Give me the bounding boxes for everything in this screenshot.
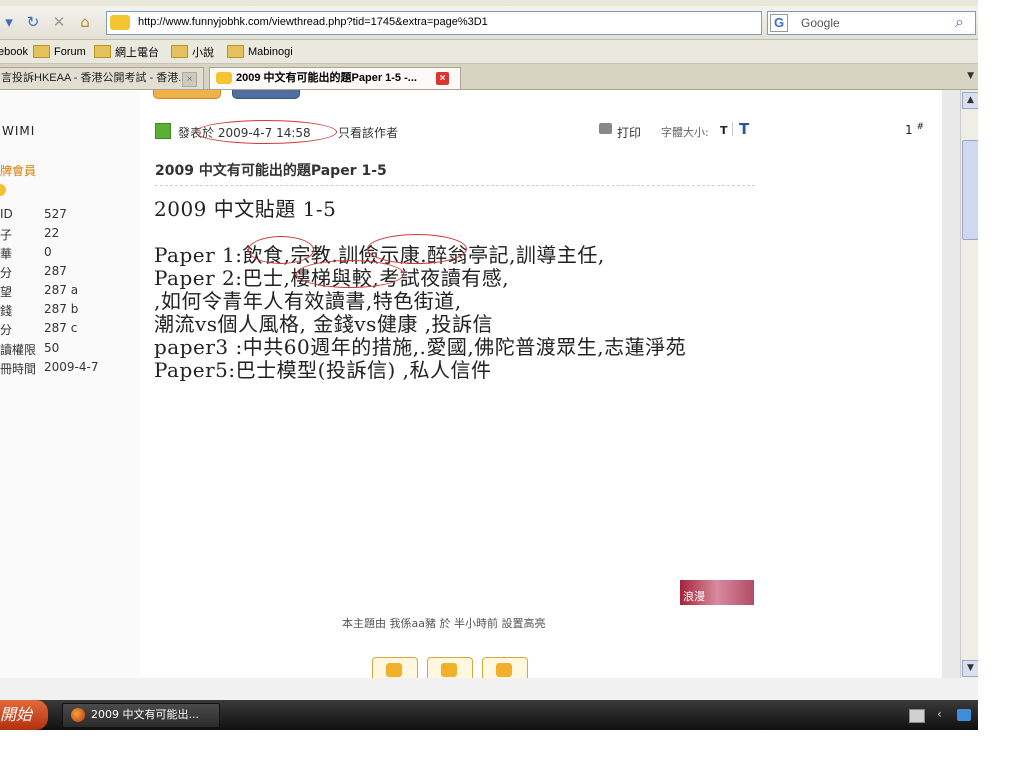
divider [732,122,733,136]
status-bar [0,678,978,700]
system-tray: ‹ [905,702,978,728]
reply-button[interactable] [153,90,221,99]
folder-icon [94,45,111,58]
network-icon[interactable] [957,709,971,721]
search-icon[interactable]: ⌕ [955,12,964,32]
forward-dropdown-icon[interactable]: ▾ [0,13,18,31]
site-favicon-icon [216,72,232,85]
only-author-link[interactable]: 只看該作者 [338,124,398,141]
stat-row: 冊時間 2009-4-7 [0,360,99,376]
bookmark-item[interactable]: 小說 [171,43,214,60]
font-small-button[interactable]: T [720,124,728,137]
url-text[interactable]: http://www.funnyjobhk.com/viewthread.php… [138,16,488,28]
google-engine-icon[interactable]: G [770,14,788,32]
keyboard-icon[interactable] [909,709,925,723]
search-placeholder[interactable]: Google [801,16,840,30]
bookmarks-toolbar: ebook Forum 網上電台 小說 Mabinogi [0,40,978,64]
stat-row: 子 22 [0,226,60,242]
annotation-circle [367,234,467,264]
bookmark-item[interactable]: Mabinogi [227,43,293,60]
blank-margin [978,0,1024,768]
star-icon [386,663,402,677]
stat-row: 華0 [0,245,52,261]
font-size-label: 字體大小: [661,126,709,139]
divider [155,185,755,186]
author-name[interactable]: WIMI [2,124,35,138]
bookmark-item[interactable]: 網上電台 [94,43,159,60]
scroll-down-icon[interactable]: ▼ [962,660,979,677]
share-button[interactable] [427,657,473,680]
signature-text: 浪漫 [683,590,705,603]
folder-icon [33,45,50,58]
folder-icon [227,45,244,58]
tab-label: 2009 中文有可能出的題Paper 1-5 -... [236,72,417,84]
taskbar-window-button[interactable]: 2009 中文有可能出... [62,703,220,728]
font-large-button[interactable]: T [739,120,749,138]
stat-row: 錢 287 b [0,302,79,318]
scroll-up-icon[interactable]: ▲ [962,92,979,109]
tab-label: 言投訴HKEAA - 香港公開考試 - 香港... [1,72,188,84]
stat-row: 讀權限 50 [0,341,60,357]
firefox-icon [71,708,85,722]
stat-row: 分 287 [0,264,67,280]
bookmark-item[interactable]: ebook [0,43,28,60]
member-rank: 牌會員 [0,164,37,178]
print-icon[interactable] [599,123,612,134]
stat-row: ID 527 [0,207,67,221]
tab-bar: 言投訴HKEAA - 香港公開考試 - 香港... × 2009 中文有可能出的… [0,64,978,90]
navigation-toolbar: ▾ ↻ ✕ ⌂ http://www.funnyjobhk.com/viewth… [0,6,978,40]
reload-icon[interactable]: ↻ [24,13,42,31]
search-box[interactable]: G Google ⌕ [767,11,976,35]
tab-list-icon[interactable]: ▼ [967,71,974,81]
annotation-circle [195,120,337,144]
scroll-thumb[interactable] [962,140,979,240]
post-line: Paper5:巴士模型(投訴信) ,私人信件 [154,358,492,382]
tab-active-thread[interactable]: 2009 中文有可能出的題Paper 1-5 -... × [209,67,461,89]
post-heading: 2009 中文貼題 1-5 [154,197,337,221]
tab-hkeaa[interactable]: 言投訴HKEAA - 香港公開考試 - 香港... × [0,67,204,89]
start-button[interactable]: 開始 [0,700,48,730]
annotation-circle [248,236,314,264]
address-bar[interactable]: http://www.funnyjobhk.com/viewthread.php… [106,11,856,35]
tab-close-icon[interactable]: × [182,72,197,87]
tab-close-icon[interactable]: × [436,72,449,85]
support-button[interactable] [482,657,528,680]
annotation-circle [296,260,404,288]
home-icon[interactable]: ⌂ [76,13,94,31]
stop-icon[interactable]: ✕ [50,13,68,31]
stat-row: 分 287 c [0,321,78,337]
online-status-icon [155,123,171,139]
stat-row: 望 287 a [0,283,79,299]
bookmark-item[interactable]: Forum [33,43,86,60]
taskbar: 開始 2009 中文有可能出... ‹ [0,700,978,730]
share-icon [441,663,457,677]
new-thread-button[interactable] [232,90,300,99]
blank-margin [0,730,1024,768]
tray-expand-icon[interactable]: ‹ [937,707,951,721]
vertical-scrollbar[interactable]: ▲ ▼ [960,90,979,678]
thumbs-up-icon [496,663,512,677]
site-favicon-icon [110,15,130,30]
print-link[interactable]: 打印 [617,124,641,141]
post-title: 2009 中文有可能出的題Paper 1-5 [155,163,387,179]
folder-icon [171,45,188,58]
favorite-button[interactable] [372,657,418,680]
floor-number[interactable]: 1 # [905,122,924,137]
highlight-note: 本主題由 我係aa豬 於 半小時前 設置高亮 [342,617,546,630]
